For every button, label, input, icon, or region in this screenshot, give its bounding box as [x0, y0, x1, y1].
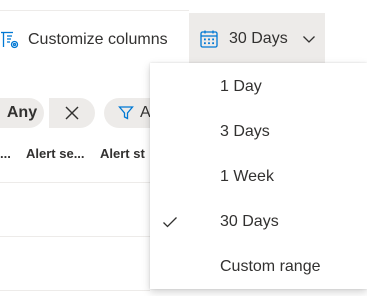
menu-item-label: 1 Week: [220, 168, 274, 185]
checkmark-icon: [162, 214, 178, 230]
column-header-alert-severity[interactable]: Alert se...: [26, 146, 85, 161]
customize-columns-button[interactable]: Customize columns: [0, 20, 168, 60]
toolbar-divider: [0, 10, 189, 11]
menu-item-1-week[interactable]: 1 Week: [150, 157, 367, 197]
filter-icon: [118, 105, 134, 121]
menu-item-custom-range[interactable]: Custom range: [150, 247, 367, 287]
menu-item-label: 1 Day: [220, 78, 262, 95]
calendar-icon: [199, 29, 219, 49]
menu-item-30-days[interactable]: 30 Days: [150, 202, 367, 242]
clear-filter-button[interactable]: [49, 98, 95, 128]
menu-item-label: 30 Days: [220, 213, 279, 230]
column-header-truncated[interactable]: ...: [0, 146, 11, 161]
menu-item-3-days[interactable]: 3 Days: [150, 112, 367, 152]
customize-columns-label: Customize columns: [28, 31, 168, 48]
table-row-divider: [0, 236, 150, 237]
chevron-down-icon: [302, 32, 316, 46]
close-icon: [64, 105, 80, 121]
table-row-divider: [0, 290, 150, 291]
filter-any-pill[interactable]: Any: [0, 98, 44, 128]
table-row-divider: [0, 182, 150, 183]
menu-item-label: Custom range: [220, 258, 321, 275]
filter-any-label: Any: [6, 104, 38, 121]
time-range-button[interactable]: 30 Days: [189, 13, 325, 64]
column-header-alert-status[interactable]: Alert st: [100, 146, 145, 161]
alerts-page: Customize columns 30 Days Any A ... Aler…: [0, 0, 367, 296]
customize-columns-icon: [0, 30, 20, 50]
time-range-label: 30 Days: [229, 29, 288, 47]
menu-item-1-day[interactable]: 1 Day: [150, 67, 367, 107]
menu-item-label: 3 Days: [220, 123, 270, 140]
time-range-menu: 1 Day 3 Days 1 Week 30 Days Custom range: [150, 63, 367, 289]
